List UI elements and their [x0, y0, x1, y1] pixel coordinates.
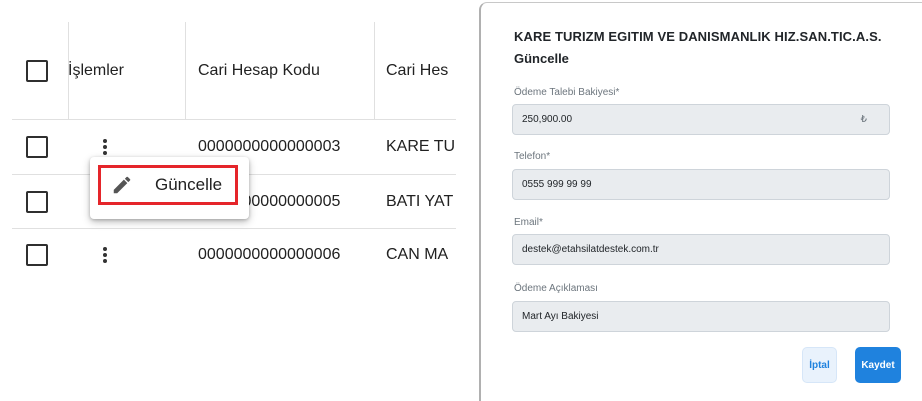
customer-table: İşlemler Cari Hesap Kodu Cari Hes 000000… [0, 0, 456, 270]
modal-subtitle: Güncelle [514, 51, 569, 66]
save-button[interactable]: Kaydet [855, 347, 901, 383]
phone-field[interactable]: 0555 999 99 99 [512, 169, 890, 200]
more-vert-icon[interactable] [103, 247, 107, 263]
row-action-menu: Güncelle [90, 157, 249, 219]
header-operations[interactable]: İşlemler [68, 22, 182, 119]
header-account-name[interactable]: Cari Hes [386, 22, 456, 119]
account-name-cell: BATI YAT [386, 192, 454, 210]
email-field[interactable]: destek@etahsilatdestek.com.tr [512, 234, 890, 265]
select-all-checkbox[interactable] [26, 59, 48, 82]
account-name-cell: KARE TU [386, 138, 456, 155]
description-field[interactable]: Mart Ayı Bakiyesi [512, 301, 890, 332]
description-label: Ödeme Açıklaması [514, 283, 598, 294]
email-label: Email* [514, 217, 543, 228]
row-checkbox[interactable] [26, 244, 48, 266]
phone-value: 0555 999 99 99 [522, 179, 592, 190]
email-value: destek@etahsilatdestek.com.tr [522, 244, 659, 255]
account-code-cell: 0000000000000006 [198, 246, 341, 263]
update-modal: KARE TURIZM EGITIM VE DANISMANLIK HIZ.SA… [479, 2, 922, 401]
lira-icon: ₺ [860, 114, 867, 125]
update-menu-item[interactable]: Güncelle [98, 165, 238, 205]
header-account-code[interactable]: Cari Hesap Kodu [198, 22, 380, 119]
update-menu-label: Güncelle [155, 175, 223, 194]
row-checkbox[interactable] [26, 190, 48, 213]
description-value: Mart Ayı Bakiyesi [522, 311, 599, 322]
modal-title: KARE TURIZM EGITIM VE DANISMANLIK HIZ.SA… [514, 29, 882, 44]
more-vert-icon[interactable] [103, 139, 107, 155]
row-checkbox[interactable] [26, 136, 48, 158]
account-name-cell: CAN MA [386, 246, 449, 263]
balance-value: 250,900.00 [522, 114, 573, 125]
cancel-button[interactable]: İptal [802, 347, 837, 383]
table-row: 0000000000000006 CAN MA [12, 229, 456, 270]
balance-field[interactable]: 250,900.00 ₺ [512, 104, 890, 135]
balance-label: Ödeme Talebi Bakiyesi* [514, 87, 620, 98]
phone-label: Telefon* [514, 151, 551, 162]
table-header-row: İşlemler Cari Hesap Kodu Cari Hes [12, 22, 456, 120]
pencil-icon [113, 176, 131, 194]
